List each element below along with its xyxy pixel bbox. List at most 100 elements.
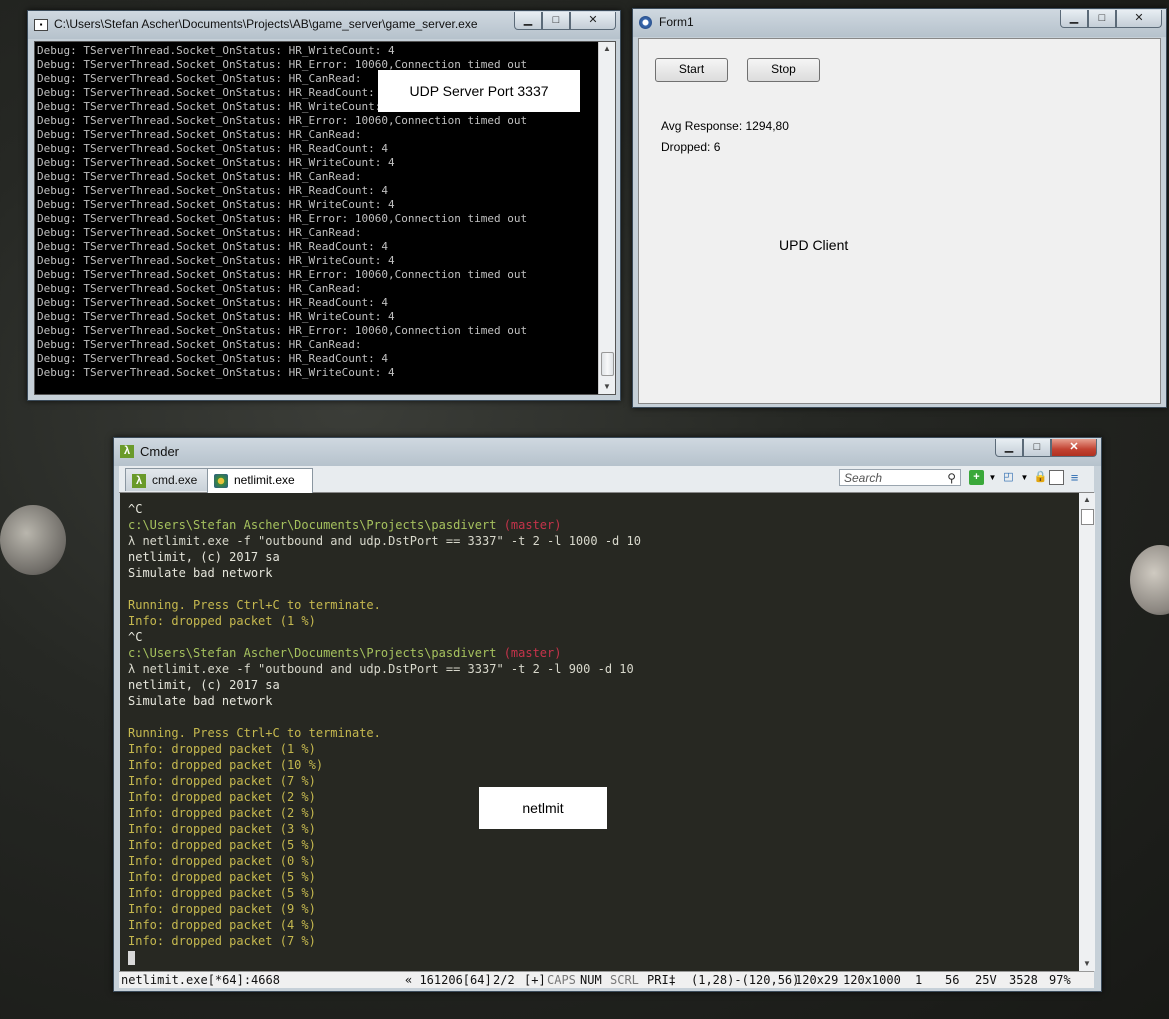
console-line: Debug: TServerThread.Socket_OnStatus: HR… <box>37 212 528 225</box>
scroll-thumb[interactable] <box>1081 509 1094 525</box>
console-line: Debug: TServerThread.Socket_OnStatus: HR… <box>37 366 395 379</box>
stop-button[interactable]: Stop <box>747 58 820 82</box>
status-buffer[interactable]: 120x1000 <box>843 972 901 988</box>
delphi-app-icon <box>639 16 652 29</box>
scroll-up-icon[interactable]: ▲ <box>599 42 615 56</box>
maximize-button[interactable]: □ <box>1088 10 1116 28</box>
console-line: Debug: TServerThread.Socket_OnStatus: HR… <box>37 44 395 57</box>
status-process[interactable]: netlimit.exe[*64]:4668 <box>121 972 280 988</box>
status-selection[interactable]: (1,28)-(120,56) <box>691 972 799 988</box>
cmder-window: λ Cmder ▁ □ ✕ λ cmd.exe netlimit.exe Sear… <box>113 437 1102 992</box>
console-line: Debug: TServerThread.Socket_OnStatus: HR… <box>37 310 395 323</box>
minimize-button[interactable]: ▁ <box>1060 10 1088 28</box>
terminal-area[interactable]: ^C c:\Users\Stefan Ascher\Documents\Proje… <box>120 493 1095 971</box>
title-bar[interactable]: λ Cmder ▁ □ ✕ <box>114 438 1101 466</box>
status-bar: netlimit.exe[*64]:4668 « 161206[64] 2/2 … <box>119 971 1094 988</box>
minimize-button[interactable]: ▁ <box>514 12 542 30</box>
status-scrl[interactable]: SCRL <box>610 972 639 988</box>
chevron-down-icon[interactable]: ▼ <box>985 470 1000 485</box>
console-line: Debug: TServerThread.Socket_OnStatus: HR… <box>37 128 362 141</box>
terminal-line: λ netlimit.exe -f "outbound and udp.DstP… <box>128 662 634 676</box>
status-size[interactable]: 120x29 <box>795 972 838 988</box>
tab-bar: λ cmd.exe netlimit.exe Search ⚲ + ▼ ◰ ▼ 🔒… <box>119 466 1094 493</box>
git-branch: (master) <box>503 518 562 532</box>
status-plus[interactable]: [+] <box>524 972 546 988</box>
status-hwnd[interactable]: « 161206[64] <box>405 972 492 988</box>
terminal-line: Info: dropped packet (0 %) <box>128 854 316 868</box>
console-line: Debug: TServerThread.Socket_OnStatus: HR… <box>37 156 395 169</box>
terminal-line: ^C <box>128 502 143 516</box>
terminal-line: Info: dropped packet (10 %) <box>128 758 324 772</box>
start-button[interactable]: Start <box>655 58 728 82</box>
title-bar[interactable]: ▪ C:\Users\Stefan Ascher\Documents\Proje… <box>28 11 620 39</box>
close-button[interactable]: ✕ <box>1051 439 1097 457</box>
terminal-cursor <box>128 949 641 965</box>
status-num[interactable]: NUM <box>580 972 602 988</box>
lock-icon[interactable]: 🔒 <box>1033 470 1048 485</box>
avg-response-label: Avg Response: 1294,80 <box>661 119 789 133</box>
close-button[interactable]: ✕ <box>570 12 616 30</box>
terminal-line: netlimit, (c) 2017 sa <box>128 550 280 564</box>
terminal-line: c:\Users\Stefan Ascher\Documents\Project… <box>128 517 641 533</box>
lambda-icon: λ <box>132 473 146 488</box>
terminal-line: c:\Users\Stefan Ascher\Documents\Project… <box>128 645 641 661</box>
console-line: Debug: TServerThread.Socket_OnStatus: HR… <box>37 254 395 267</box>
terminal-line: λ netlimit.exe -f "outbound and udp.DstP… <box>128 534 641 548</box>
status-one[interactable]: 1 <box>915 972 922 988</box>
console-line: Debug: TServerThread.Socket_OnStatus: HR… <box>37 324 528 337</box>
terminal-line: Info: dropped packet (1 %) <box>128 614 316 628</box>
window-title: Cmder <box>140 444 180 459</box>
maximize-button[interactable]: □ <box>542 12 570 30</box>
status-caps[interactable]: CAPS <box>547 972 576 988</box>
status-56[interactable]: 56 <box>945 972 959 988</box>
chevron-down-icon[interactable]: ▼ <box>1017 470 1032 485</box>
window-controls: ▁ □ ✕ <box>1060 10 1162 28</box>
panel-icon[interactable] <box>1049 470 1064 485</box>
terminal-line: Info: dropped packet (4 %) <box>128 918 316 932</box>
search-input[interactable]: Search ⚲ <box>839 469 961 486</box>
terminal-line: Info: dropped packet (9 %) <box>128 902 316 916</box>
server-overlay-label: UDP Server Port 3337 <box>378 70 580 112</box>
game-server-console-window: ▪ C:\Users\Stefan Ascher\Documents\Proje… <box>27 10 621 401</box>
scroll-down-icon[interactable]: ▼ <box>1079 957 1095 971</box>
status-pri[interactable]: PRI‡ <box>647 972 676 988</box>
terminal-line: netlimit, (c) 2017 sa <box>128 678 280 692</box>
console-line: Debug: TServerThread.Socket_OnStatus: HR… <box>37 352 388 365</box>
form1-window: Form1 ▁ □ ✕ Start Stop Avg Response: 129… <box>632 8 1167 408</box>
window-list-icon[interactable]: ◰ <box>1001 470 1016 485</box>
scroll-thumb[interactable] <box>601 352 614 376</box>
menu-icon[interactable]: ≡ <box>1067 470 1082 485</box>
new-console-icon[interactable]: + <box>969 470 984 485</box>
console-line: Debug: TServerThread.Socket_OnStatus: HR… <box>37 226 362 239</box>
minimize-button[interactable]: ▁ <box>995 439 1023 457</box>
status-number[interactable]: 3528 <box>1009 972 1038 988</box>
console-line: Debug: TServerThread.Socket_OnStatus: HR… <box>37 142 388 155</box>
dropped-label: Dropped: 6 <box>661 140 721 154</box>
maximize-button[interactable]: □ <box>1023 439 1051 457</box>
window-title: Form1 <box>659 15 694 29</box>
status-volt[interactable]: 25V <box>975 972 997 988</box>
console-line: Debug: TServerThread.Socket_OnStatus: HR… <box>37 338 362 351</box>
status-zoom[interactable]: 97% <box>1049 972 1071 988</box>
netlimit-overlay-label: netlmit <box>479 787 607 829</box>
search-icon[interactable]: ⚲ <box>947 470 956 487</box>
git-branch: (master) <box>503 646 562 660</box>
console-app-icon: ▪ <box>34 19 48 31</box>
title-bar[interactable]: Form1 ▁ □ ✕ <box>633 9 1166 37</box>
scroll-up-icon[interactable]: ▲ <box>1079 493 1095 507</box>
terminal-scrollbar[interactable]: ▲ ▼ <box>1079 493 1095 971</box>
scroll-down-icon[interactable]: ▼ <box>599 380 615 394</box>
console-line: Debug: TServerThread.Socket_OnStatus: HR… <box>37 268 528 281</box>
search-placeholder: Search <box>844 471 883 485</box>
console-line: Debug: TServerThread.Socket_OnStatus: HR… <box>37 282 362 295</box>
lambda-icon: λ <box>120 445 134 458</box>
prompt-path: c:\Users\Stefan Ascher\Documents\Project… <box>128 646 504 660</box>
console-scrollbar[interactable]: ▲ ▼ <box>598 42 615 394</box>
close-button[interactable]: ✕ <box>1116 10 1162 28</box>
terminal-line: ^C <box>128 630 143 644</box>
status-pages[interactable]: 2/2 <box>493 972 515 988</box>
console-line: Debug: TServerThread.Socket_OnStatus: HR… <box>37 114 528 127</box>
tab-netlimit[interactable]: netlimit.exe <box>207 468 313 493</box>
terminal-line: Simulate bad network <box>128 566 273 580</box>
tab-cmd[interactable]: λ cmd.exe <box>125 468 209 491</box>
